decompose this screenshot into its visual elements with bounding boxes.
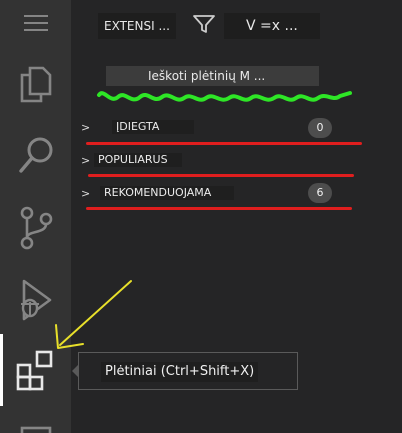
red-underline-annotation: [86, 207, 352, 210]
sidebar-title: EXTENSI ...: [98, 13, 176, 39]
section-recommended-label: REKOMENDUOJAMA: [100, 186, 234, 200]
more-icon[interactable]: [0, 418, 71, 433]
views-and-more-actions-button[interactable]: V =x ...: [224, 13, 320, 39]
menu-icon[interactable]: [0, 10, 71, 36]
section-popular[interactable]: > POPULIARUS: [72, 150, 362, 172]
section-recommended[interactable]: > REKOMENDUOJAMA 6: [72, 183, 362, 205]
section-installed[interactable]: > ĮDIEGTA 0: [72, 117, 362, 139]
source-control-icon[interactable]: [0, 204, 71, 252]
recommended-count-badge: 6: [308, 183, 332, 203]
section-popular-label: POPULIARUS: [94, 153, 182, 167]
tooltip-text: Plėtiniai (Ctrl+Shift+X): [101, 362, 259, 382]
installed-count-badge: 0: [308, 118, 332, 138]
run-debug-icon[interactable]: [0, 276, 71, 324]
chevron-right-icon: >: [81, 121, 91, 134]
section-installed-label: ĮDIEGTA: [112, 120, 194, 134]
vscode-window: EXTENSI ... V =x ... Ieškoti plėtinių M …: [0, 0, 402, 433]
search-extensions-input[interactable]: Ieškoti plėtinių M ...: [106, 66, 319, 86]
filter-icon[interactable]: [192, 13, 216, 35]
activity-bar: [0, 0, 71, 433]
chevron-right-icon: >: [81, 154, 91, 167]
extensions-icon[interactable]: [0, 346, 71, 394]
search-icon[interactable]: [0, 132, 71, 178]
red-underline-annotation: [86, 142, 362, 145]
red-underline-annotation: [88, 174, 354, 177]
extensions-tooltip: Plėtiniai (Ctrl+Shift+X): [78, 352, 298, 390]
chevron-right-icon: >: [81, 187, 91, 200]
explorer-icon[interactable]: [0, 62, 71, 106]
